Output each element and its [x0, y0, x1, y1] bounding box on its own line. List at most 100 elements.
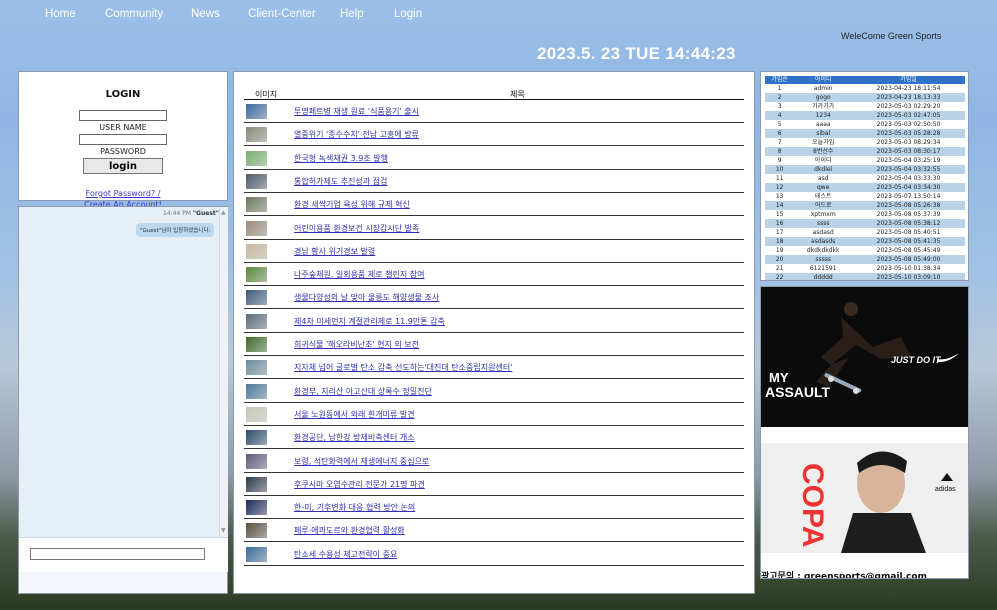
- member-row: 10 dkdlel 2023-05-04 03:32:55: [765, 165, 965, 174]
- news-title-link[interactable]: 제4차 미세먼지 계절관리제로 11.9만톤 감축: [294, 316, 445, 327]
- member-no: 6: [765, 129, 795, 138]
- news-title-link[interactable]: 환경 새싹기업 육성 위해 규제 혁신: [294, 199, 410, 210]
- news-title-link[interactable]: 탄소세 수용성 제고전략이 중요: [294, 549, 397, 560]
- news-row: 보령, 석탄화력에서 재생에너지 중심으로: [244, 451, 744, 473]
- member-no: 11: [775, 175, 784, 182]
- news-title-link[interactable]: 어린이용품 환경보건 시장감시단 발족: [294, 223, 419, 234]
- chat-time: 14:44 PM: [163, 210, 191, 217]
- member-date: 2023-05-03 08:29:34: [876, 139, 941, 146]
- news-title-link[interactable]: 지자체 넘어 글로벌 탄소 감축 선도하는'대진대 탄소중립지원센터': [294, 362, 512, 373]
- news-thumbnail[interactable]: [246, 337, 267, 352]
- member-date: 2023-05-08 05:45:49: [876, 247, 941, 254]
- nav-news[interactable]: News: [191, 8, 220, 20]
- news-title-link[interactable]: 환경공단, 남한강 방제비축센터 개소: [294, 432, 415, 443]
- nav-client-center[interactable]: Client-Center: [248, 8, 316, 20]
- news-row: 어린이용품 환경보건 시장감시단 발족: [244, 218, 744, 240]
- news-thumbnail[interactable]: [246, 220, 267, 236]
- adidas-ad-image: COPA adidas: [761, 443, 968, 553]
- news-title-link[interactable]: 서울 노원동에서 외래 흰개미류 발견: [294, 409, 415, 420]
- news-row: 후쿠시마 오염수관리 전문가 21명 파견: [244, 474, 744, 496]
- username-input[interactable]: [79, 110, 167, 121]
- news-thumbnail[interactable]: [246, 360, 267, 376]
- welcome-text: WeleCome Green Sports: [841, 31, 942, 41]
- scroll-down-icon[interactable]: ▼: [221, 527, 226, 534]
- news-title-link[interactable]: 나주숲체원, 일회용품 제로 챌린지 참여: [294, 269, 424, 280]
- news-title-link[interactable]: 보령, 석탄화력에서 재생에너지 중심으로: [294, 456, 429, 467]
- news-row: 제4차 미세먼지 계절관리제로 11.9만톤 감축: [244, 311, 744, 333]
- news-thumbnail[interactable]: [246, 197, 267, 213]
- forgot-password-link[interactable]: Forgot Password? /: [19, 188, 227, 199]
- member-id: 어드로: [794, 201, 853, 210]
- login-panel: LOGIN USER NAME PASSWORD login Forgot Pa…: [18, 71, 228, 209]
- password-input[interactable]: [79, 134, 167, 145]
- member-id: 아이디: [814, 157, 832, 164]
- news-title-link[interactable]: 페루·에콰도르와 환경협력 활성화: [294, 525, 405, 536]
- nike-ad-banner[interactable]: MY ASSAULT JUST DO IT: [761, 287, 968, 427]
- member-no: 13: [775, 193, 784, 200]
- news-thumbnail[interactable]: [246, 243, 267, 259]
- member-id: aaaa: [815, 121, 831, 128]
- news-title-link[interactable]: 열중위기 '종수수치' 전남 고흥에 방류: [294, 129, 419, 140]
- member-date: 2023-05-04 03:33:30: [876, 175, 941, 182]
- member-no: 16: [765, 219, 795, 228]
- news-thumbnail[interactable]: [246, 523, 267, 539]
- member-id: admin: [813, 85, 833, 92]
- news-title-link[interactable]: 한-미, 기후변화 대응 협력 방안 논의: [294, 502, 415, 513]
- member-id: gogo: [794, 93, 853, 102]
- member-date: 2023-05-08 05:38:12: [852, 219, 965, 228]
- member-id: dkdkdkdkk: [806, 247, 840, 254]
- news-title-link[interactable]: 후쿠시마 오염수관리 전문가 21명 파견: [294, 479, 425, 490]
- member-id: asdasd: [812, 229, 834, 236]
- member-row: 11 asd 2023-05-04 03:33:30: [765, 174, 965, 183]
- news-thumbnail[interactable]: [246, 127, 267, 143]
- login-button[interactable]: login: [83, 158, 163, 174]
- col-title: 제목: [510, 90, 525, 99]
- news-title-link[interactable]: 한국형 녹색채권 3.9조 발행: [294, 153, 388, 164]
- nav-login[interactable]: Login: [394, 8, 422, 20]
- adidas-ad-banner[interactable]: COPA adidas: [761, 443, 968, 553]
- news-thumbnail[interactable]: [246, 104, 267, 119]
- member-row: 2 gogo 2023-04-23 18:13:33: [765, 93, 965, 102]
- news-thumbnail[interactable]: [246, 453, 267, 469]
- member-row: 5 aaaa 2023-05-03 02:50:50: [765, 120, 965, 129]
- chat-input[interactable]: [30, 548, 205, 560]
- news-title-link[interactable]: 통합허가제도 추진성과 점검: [294, 176, 387, 187]
- news-thumbnail[interactable]: [246, 383, 267, 399]
- ad1-text1: MY: [769, 370, 789, 385]
- chat-scrollbar[interactable]: ▲ ▼: [219, 207, 228, 537]
- member-no: 4: [765, 111, 795, 120]
- news-thumbnail[interactable]: [246, 173, 267, 189]
- member-date: 2023-04-23 18:13:33: [852, 93, 965, 102]
- scroll-up-icon[interactable]: ▲: [221, 209, 226, 216]
- news-title-link[interactable]: 환경부, 지리산 아고산대 상록수 정밀진단: [294, 386, 432, 397]
- member-id: 6121591: [809, 265, 837, 272]
- ad-contact: 광고문의 : greensports@gmail.com: [761, 572, 927, 579]
- member-row: 4 1234 2023-05-03 02:47:05: [765, 111, 965, 120]
- news-title-link[interactable]: 희귀식물 '해오라비난초' 현지 외 보전: [294, 339, 419, 350]
- member-row: 19 dkdkdkdkk 2023-05-08 05:45:49: [765, 246, 965, 255]
- news-thumbnail[interactable]: [246, 150, 267, 166]
- ad2-brand: adidas: [935, 486, 956, 493]
- news-title-link[interactable]: 투명페트병 재생 원료 '식품용기' 출시: [294, 106, 419, 117]
- news-thumbnail[interactable]: [246, 406, 267, 422]
- news-thumbnail[interactable]: [246, 430, 267, 446]
- username-label: USER NAME: [99, 123, 147, 132]
- member-row: 12 qwe 2023-05-04 03:34:30: [765, 183, 965, 192]
- news-thumbnail[interactable]: [246, 500, 267, 516]
- chat-user: "Guest": [192, 210, 219, 217]
- news-thumbnail[interactable]: [246, 267, 267, 283]
- member-no: 19: [775, 247, 784, 254]
- news-thumbnail[interactable]: [246, 290, 267, 306]
- chat-panel: 14:44 PM "Guest" "Guest"님이 입장하셨습니다. ▲ ▼: [18, 206, 228, 594]
- news-thumbnail[interactable]: [246, 313, 267, 329]
- news-thumbnail[interactable]: [246, 476, 267, 492]
- nav-home[interactable]: Home: [45, 8, 76, 20]
- news-thumbnail[interactable]: [246, 546, 267, 562]
- member-date: 2023-05-03 02:29:20: [876, 103, 941, 110]
- nav-help[interactable]: Help: [340, 8, 364, 20]
- news-row: 환경부, 지리산 아고산대 상록수 정밀진단: [244, 381, 744, 403]
- news-title-link[interactable]: 생물다양성의 날 맞아 울릉도 해양생물 조사: [294, 292, 439, 303]
- news-title-link[interactable]: 경남 황사 위기경보 발령: [294, 246, 375, 257]
- nav-community[interactable]: Community: [105, 8, 163, 20]
- member-id: 테스트: [814, 193, 832, 200]
